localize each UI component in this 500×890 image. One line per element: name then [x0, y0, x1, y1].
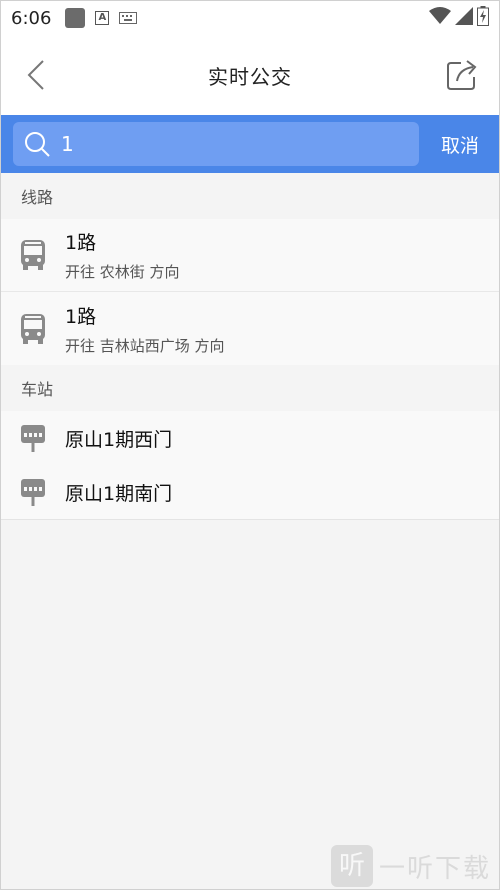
watermark-logo: 听: [330, 845, 373, 887]
search-box[interactable]: [13, 122, 419, 166]
route-name: 1路: [65, 232, 97, 254]
route-direction: 开往 吉林站西广场 方向: [65, 336, 225, 355]
route-direction: 开往 农林街 方向: [65, 263, 180, 281]
station-name: 原山1期西门: [65, 428, 173, 451]
routes-section-header: 线路: [1, 173, 499, 219]
back-button[interactable]: [21, 57, 57, 93]
keyboard-icon: [119, 9, 138, 28]
search-input[interactable]: [61, 132, 361, 156]
battery-icon: [477, 6, 489, 30]
share-button[interactable]: [445, 57, 481, 93]
station-item[interactable]: 原山1期西门: [1, 411, 499, 465]
wifi-icon: [429, 7, 451, 29]
route-name: 1路: [65, 305, 97, 328]
page-title: 实时公交: [208, 64, 292, 89]
status-bar: 6:06 A: [1, 1, 499, 35]
station-name: 原山1期南门: [65, 482, 173, 505]
search-icon: [25, 132, 50, 157]
search-bar: 取消: [1, 115, 499, 173]
watermark-text: 一听下载: [378, 853, 491, 884]
route-list: 1路 开往 农林街 方向 1路 开往 吉林站西广场 方向: [1, 219, 499, 365]
route-text: 1路 开往 农林街 方向: [65, 228, 180, 282]
status-time: 6:06: [11, 7, 52, 29]
watermark: 听 一听下载: [330, 845, 491, 887]
route-text: 1路 开往 吉林站西广场 方向: [65, 302, 225, 356]
bus-icon: [21, 240, 45, 270]
stations-section-header: 车站: [1, 365, 499, 411]
a-icon: A: [95, 11, 110, 25]
route-item[interactable]: 1路 开往 农林街 方向: [1, 219, 499, 292]
chevron-left-icon: [27, 60, 44, 90]
bus-stop-icon: [21, 425, 45, 452]
app-square-icon: [65, 8, 86, 28]
cancel-button[interactable]: 取消: [441, 131, 479, 158]
share-icon: [447, 60, 477, 90]
signal-icon: [455, 7, 473, 29]
station-item[interactable]: 原山1期南门: [1, 465, 499, 519]
station-list: 原山1期西门 原山1期南门: [1, 411, 499, 520]
title-bar: 实时公交: [1, 35, 499, 115]
bus-stop-icon: [21, 479, 45, 506]
bus-icon: [21, 313, 45, 344]
route-item[interactable]: 1路 开往 吉林站西广场 方向: [1, 292, 499, 365]
